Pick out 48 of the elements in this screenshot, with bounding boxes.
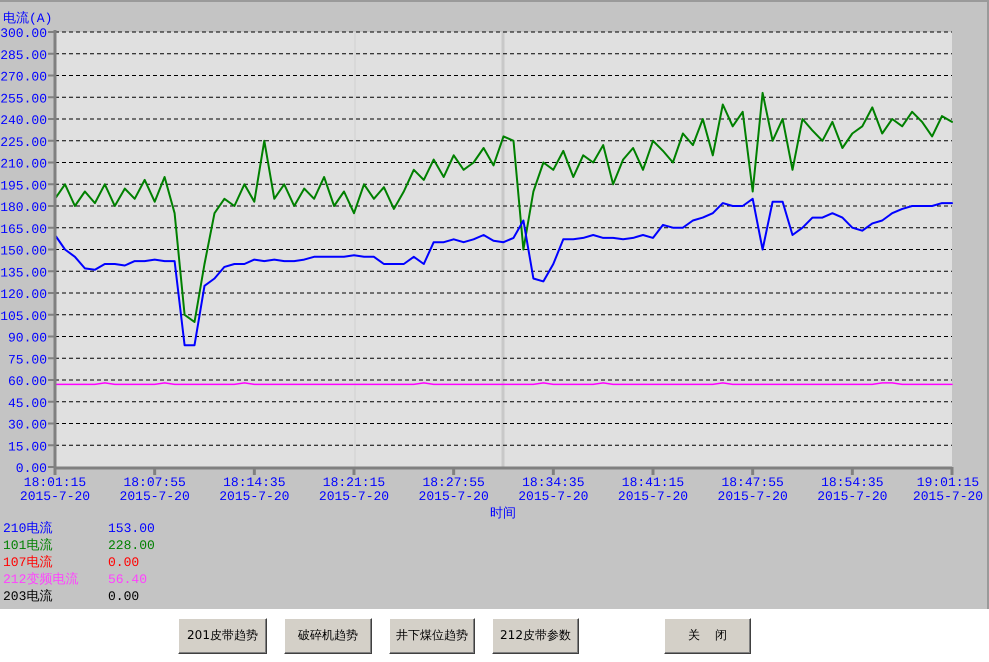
action-button[interactable]: 关 闭 (664, 618, 751, 654)
axis-label: 18:14:35 2015-7-20 (219, 475, 290, 504)
legend-label: 210电流 (3, 521, 54, 537)
axis-label: 210.00 (0, 156, 47, 172)
axis-label: 18:01:15 2015-7-20 (20, 475, 90, 504)
axis-label: 300.00 (0, 26, 47, 41)
axis-label: 135.00 (0, 265, 47, 280)
legend-value: 153.00 (108, 521, 156, 537)
legend-value: 56.40 (108, 572, 148, 588)
axis-label: 18:54:35 2015-7-20 (817, 475, 888, 504)
axis-label: 270.00 (0, 70, 47, 84)
axis-title: 时间 (490, 506, 516, 521)
legend-label: 203电流 (3, 589, 54, 605)
action-button[interactable]: 212皮带参数 (492, 618, 579, 654)
axis-label: 18:47:55 2015-7-20 (718, 475, 788, 504)
axis-label: 60.00 (8, 374, 47, 389)
axis-label: 150.00 (0, 244, 47, 258)
axis-label: 75.00 (8, 352, 47, 368)
legend-value: 0.00 (108, 589, 140, 605)
legend-label: 212变频电流 (3, 572, 80, 588)
axis-label: 18:34:35 2015-7-20 (518, 475, 588, 504)
axis-label: 120.00 (0, 287, 47, 302)
axis-label: 18:21:15 2015-7-20 (318, 475, 390, 504)
axis-label: 45.00 (8, 396, 47, 411)
axis-label: 19:01:15 2015-7-20 (912, 475, 984, 504)
axis-label: 195.00 (0, 178, 47, 194)
legend-label: 101电流 (3, 538, 54, 554)
axis-label: 30.00 (8, 418, 47, 432)
axis-label: 180.00 (0, 200, 47, 215)
axis-label: 165.00 (0, 222, 47, 237)
axis-label: 18:27:55 2015-7-20 (418, 475, 489, 504)
axis-label: 255.00 (0, 91, 47, 106)
axis-label: 285.00 (0, 48, 47, 63)
action-button[interactable]: 破碎机趋势 (284, 618, 372, 654)
axis-label: 240.00 (0, 113, 47, 128)
axis-title: 电流(A) (3, 11, 52, 26)
axis-label: 18:07:55 2015-7-20 (120, 475, 190, 504)
action-button[interactable]: 201皮带趋势 (178, 618, 267, 654)
axis-label: 105.00 (0, 308, 47, 324)
axis-label: 18:41:15 2015-7-20 (618, 475, 688, 504)
legend-label: 107电流 (3, 555, 54, 571)
axis-label: 225.00 (0, 134, 47, 150)
axis-label: 15.00 (8, 439, 47, 454)
legend-value: 228.00 (108, 538, 156, 554)
legend-value: 0.00 (108, 555, 140, 571)
axis-label: 90.00 (8, 330, 47, 346)
action-button[interactable]: 井下煤位趋势 (389, 618, 475, 654)
axis-label: 0.00 (16, 461, 47, 476)
